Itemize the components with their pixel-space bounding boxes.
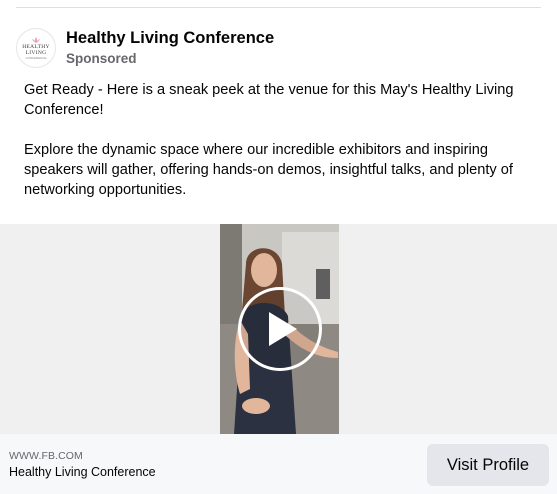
page-name[interactable]: Healthy Living Conference bbox=[66, 28, 274, 48]
link-domain: WWW.FB.COM bbox=[9, 450, 83, 462]
link-title[interactable]: Healthy Living Conference bbox=[9, 465, 156, 479]
play-button[interactable] bbox=[238, 287, 322, 371]
top-divider bbox=[16, 7, 541, 8]
visit-profile-button[interactable]: Visit Profile bbox=[427, 444, 549, 486]
post-paragraph: Explore the dynamic space where our incr… bbox=[24, 142, 513, 198]
page-name-block: Healthy Living Conference Sponsored bbox=[66, 28, 274, 68]
media-container bbox=[0, 224, 557, 434]
post-paragraph: Get Ready - Here is a sneak peek at the … bbox=[24, 82, 514, 118]
avatar-logo-subtext: CONFERENCE bbox=[25, 55, 47, 60]
avatar[interactable]: HEALTHY LIVING CONFERENCE bbox=[16, 28, 56, 68]
link-footer[interactable]: WWW.FB.COM Healthy Living Conference Vis… bbox=[0, 434, 557, 494]
post-text: Get Ready - Here is a sneak peek at the … bbox=[24, 80, 524, 238]
post-header: HEALTHY LIVING CONFERENCE Healthy Living… bbox=[16, 28, 536, 68]
sponsored-label[interactable]: Sponsored bbox=[66, 50, 274, 68]
lotus-logo-icon bbox=[32, 36, 40, 43]
play-icon bbox=[269, 312, 297, 346]
